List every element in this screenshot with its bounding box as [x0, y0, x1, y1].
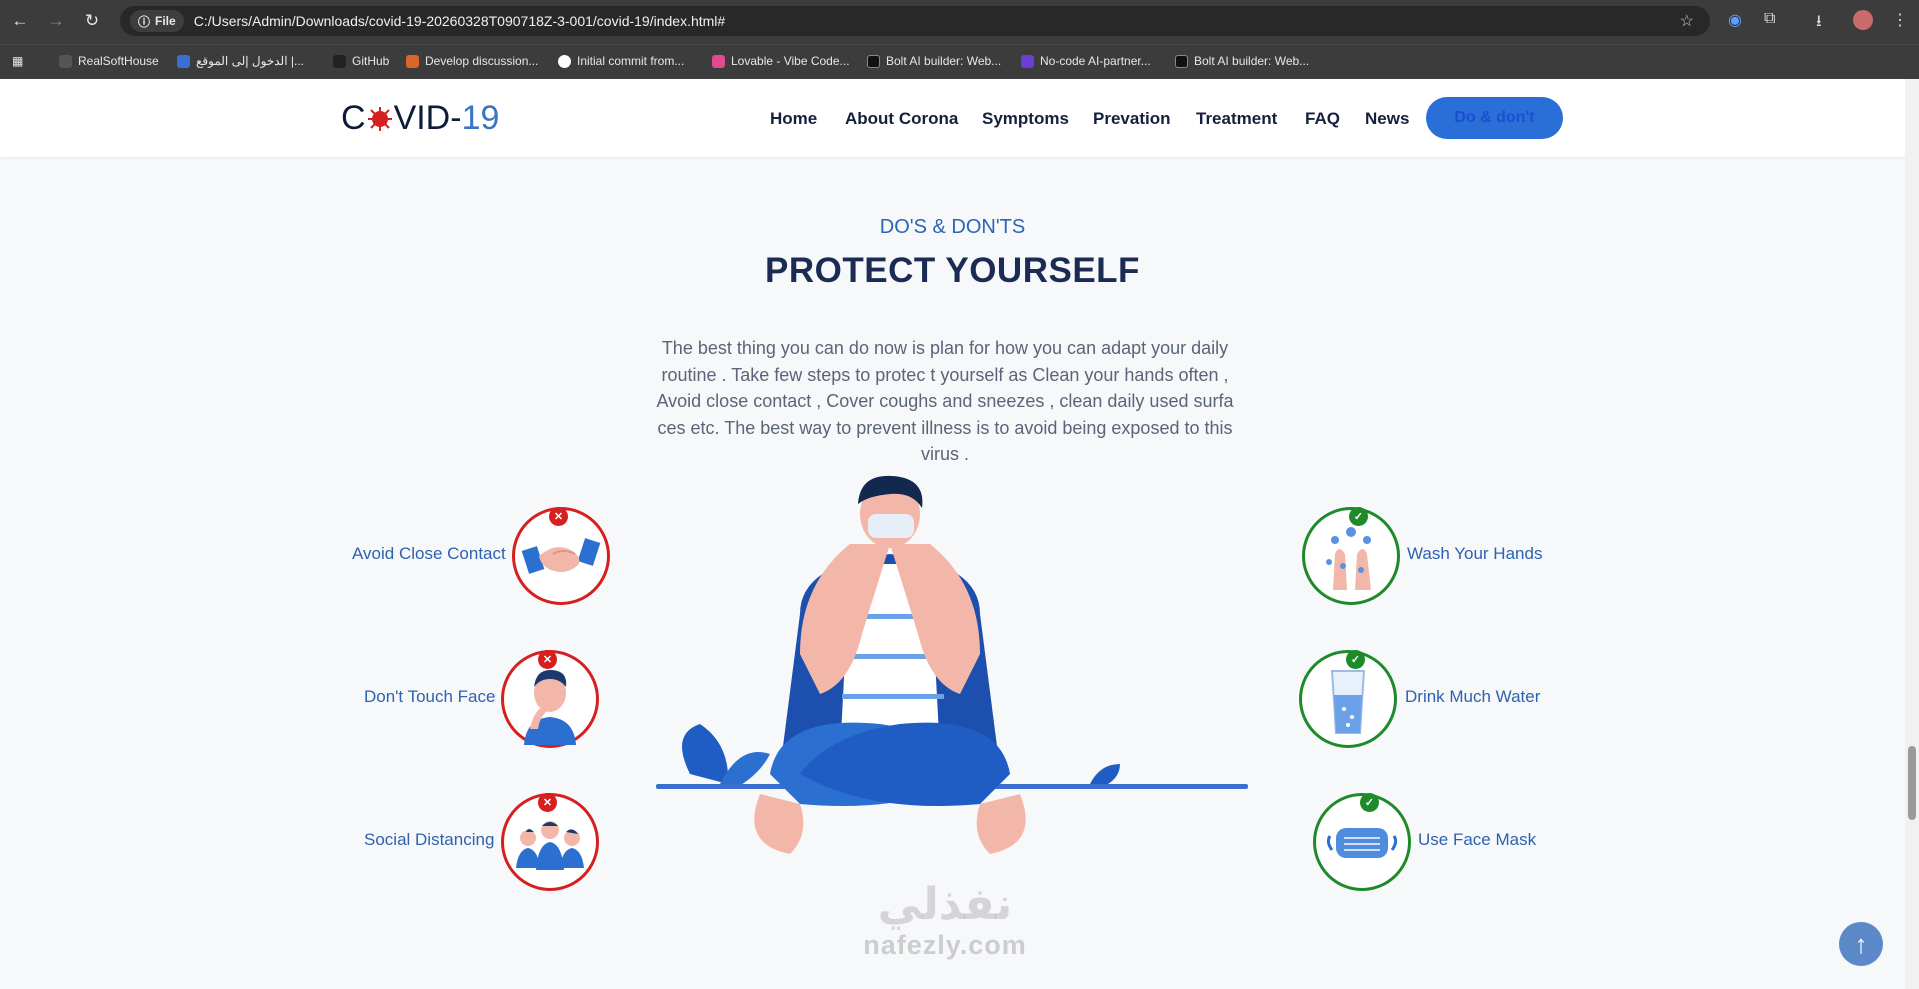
dont-circle-close-contact: ✕ [512, 507, 610, 605]
bookmark-favicon-icon [177, 54, 190, 68]
bookmark-item[interactable]: Bolt AI builder: Web... [867, 54, 1001, 68]
bolt-icon [867, 54, 880, 68]
cross-badge-icon: ✕ [538, 793, 557, 812]
wash-hands-icon [1326, 527, 1371, 590]
menu-icon[interactable]: ⋮ [1892, 10, 1908, 30]
watermark: نفذلي nafezly.com [863, 879, 1027, 960]
github-icon [558, 54, 571, 68]
check-badge-icon: ✓ [1346, 650, 1365, 669]
do-circle-drink-water: ✓ [1299, 650, 1397, 748]
file-chip[interactable]: ⓘ File [130, 10, 184, 32]
browser-toolbar: ← → ↻ ⓘ File C:/Users/Admin/Downloads/cov… [0, 0, 1919, 44]
read-aloud-icon[interactable]: ◉ [1728, 10, 1742, 30]
arrow-up-icon: ↑ [1854, 928, 1868, 959]
site-header: C VID- 19 Home About Corona Symptoms Prev… [0, 79, 1905, 157]
section-intro: The best thing you can do now is plan fo… [656, 338, 1234, 464]
check-badge-icon: ✓ [1349, 507, 1368, 526]
page-viewport: C VID- 19 Home About Corona Symptoms Prev… [0, 79, 1905, 989]
bookmark-item[interactable]: RealSoftHouse [59, 54, 159, 68]
do-label-drink-water: Drink Much Water [1405, 687, 1541, 706]
download-icon[interactable]: ⭳ [1816, 10, 1822, 37]
back-icon[interactable]: ← [10, 11, 30, 31]
extensions-icon[interactable]: ⧉ [1764, 10, 1775, 28]
dont-circle-social-distancing: ✕ [501, 793, 599, 891]
do-label-wash-hands: Wash Your Hands [1407, 544, 1543, 563]
section-title: PROTECT YOURSELF [765, 251, 1140, 290]
face-mask-icon [1326, 828, 1398, 858]
scroll-to-top-button[interactable]: ↑ [1839, 922, 1883, 966]
do-label-face-mask: Use Face Mask [1418, 830, 1537, 849]
cross-badge-icon: ✕ [549, 507, 568, 526]
forward-icon[interactable]: → [46, 11, 66, 31]
nav-about-corona[interactable]: About Corona [845, 109, 958, 129]
nav-treatment[interactable]: Treatment [1196, 109, 1277, 129]
do-circle-wash-hands: ✓ [1302, 507, 1400, 605]
virus-icon [367, 106, 392, 131]
lovable-icon [712, 54, 725, 68]
dont-label-touch-face: Don't Touch Face [364, 687, 496, 706]
scrollbar-thumb[interactable] [1908, 746, 1916, 820]
bookmark-star-icon[interactable]: ☆ [1680, 11, 1694, 31]
bolt-icon [1175, 54, 1188, 68]
nav-symptoms[interactable]: Symptoms [982, 109, 1069, 129]
section-kicker: DO'S & DON'TS [879, 216, 1026, 238]
url-text[interactable]: C:/Users/Admin/Downloads/covid-19-202603… [194, 13, 726, 29]
dont-label-close-contact: Avoid Close Contact [352, 544, 506, 563]
nav-home[interactable]: Home [770, 109, 817, 129]
bookmark-item[interactable]: Initial commit from... [558, 54, 684, 68]
dos-donts-button[interactable]: Do & don't [1426, 97, 1563, 139]
github-icon [333, 54, 346, 68]
bookmarks-bar: ▦ RealSoftHouse الدخول إلى الموقع |... G… [0, 44, 1919, 79]
bookmark-item[interactable]: Lovable - Vibe Code... [712, 54, 850, 68]
bookmark-item[interactable]: GitHub [333, 54, 389, 68]
do-circle-face-mask: ✓ [1313, 793, 1411, 891]
apps-icon[interactable]: ▦ [12, 54, 23, 68]
nav-prevation[interactable]: Prevation [1093, 109, 1170, 129]
cross-badge-icon: ✕ [538, 650, 557, 669]
avatar[interactable] [1853, 10, 1873, 30]
info-icon: ⓘ [138, 14, 151, 29]
water-glass-icon [1330, 670, 1366, 734]
reload-icon[interactable]: ↻ [82, 11, 102, 31]
address-bar[interactable]: ⓘ File C:/Users/Admin/Downloads/covid-19-… [120, 6, 1710, 36]
bookmark-item[interactable]: الدخول إلى الموقع |... [177, 54, 304, 68]
bookmark-item[interactable]: No-code AI-partner... [1021, 54, 1151, 68]
page-scrollbar[interactable] [1905, 79, 1919, 989]
dont-label-social-distancing: Social Distancing [364, 830, 495, 849]
bookmark-item[interactable]: Develop discussion... [406, 54, 538, 68]
bookmark-favicon-icon [59, 54, 72, 68]
bookmark-favicon-icon [406, 54, 419, 68]
check-badge-icon: ✓ [1360, 793, 1379, 812]
site-logo[interactable]: C VID- 19 [341, 99, 499, 138]
bookmark-favicon-icon [1021, 54, 1034, 68]
bookmark-item[interactable]: Bolt AI builder: Web... [1175, 54, 1309, 68]
nav-faq[interactable]: FAQ [1305, 109, 1340, 129]
nav-news[interactable]: News [1365, 109, 1409, 129]
dont-circle-touch-face: ✕ [501, 650, 599, 748]
